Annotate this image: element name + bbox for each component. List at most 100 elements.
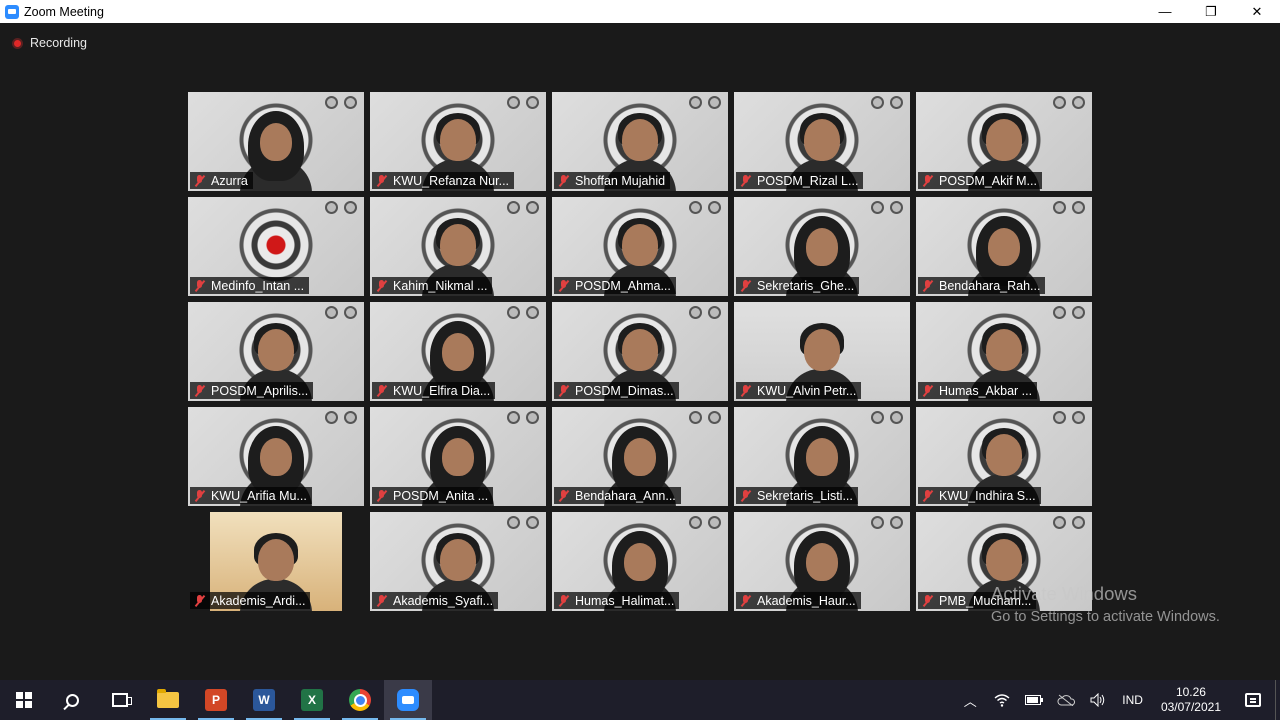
powerpoint-icon: P — [205, 689, 227, 711]
participant-video-tile[interactable]: Shoffan Mujahid — [552, 92, 728, 191]
participant-video-tile[interactable]: KWU_Arifia Mu... — [188, 407, 364, 506]
onedrive-icon[interactable] — [1050, 680, 1082, 720]
university-logo-icon — [1072, 516, 1085, 529]
participant-name: POSDM_Aprilis... — [211, 383, 309, 398]
participant-video-tile[interactable]: POSDM_Dimas... — [552, 302, 728, 401]
participant-name-label: KWU_Refanza Nur... — [372, 172, 515, 189]
participant-video-tile[interactable]: Humas_Halimat... — [552, 512, 728, 611]
mic-muted-icon — [922, 384, 933, 397]
search-button[interactable] — [48, 680, 96, 720]
window-title: Zoom Meeting — [24, 4, 104, 19]
participant-video-tile[interactable]: POSDM_Rizal L... — [734, 92, 910, 191]
university-logo-icon — [526, 201, 539, 214]
university-logo-icon — [526, 96, 539, 109]
recording-label: Recording — [30, 36, 87, 50]
show-desktop-button[interactable] — [1275, 680, 1280, 720]
organization-logo-icon — [507, 516, 520, 529]
search-icon — [65, 693, 79, 707]
university-logo-icon — [344, 96, 357, 109]
word-button[interactable]: W — [240, 680, 288, 720]
clock-time: 10.26 — [1175, 685, 1206, 699]
powerpoint-button[interactable]: P — [192, 680, 240, 720]
participant-name-label: Akademis_Syafi... — [372, 592, 499, 609]
participant-name: Bendahara_Ann... — [575, 488, 676, 503]
participant-video-tile[interactable]: KWU_Refanza Nur... — [370, 92, 546, 191]
mic-muted-icon — [740, 174, 751, 187]
participant-video-tile[interactable]: POSDM_Ahma... — [552, 197, 728, 296]
volume-icon[interactable] — [1082, 680, 1114, 720]
gallery-view-grid: Azurra KWU_Refanza Nur... Shoffan Mujahid P… — [188, 92, 1092, 611]
participant-video-tile[interactable]: Akademis_Syafi... — [370, 512, 546, 611]
zoom-taskbar-button[interactable] — [384, 680, 432, 720]
participant-name: Humas_Akbar ... — [939, 383, 1033, 398]
participant-video-tile[interactable]: KWU_Elfira Dia... — [370, 302, 546, 401]
participant-name-label: POSDM_Anita ... — [372, 487, 494, 504]
participant-name-label: KWU_Elfira Dia... — [372, 382, 496, 399]
participant-video-tile[interactable]: Bendahara_Rah... — [916, 197, 1092, 296]
mic-muted-icon — [740, 279, 751, 292]
restore-button[interactable]: ❐ — [1188, 0, 1234, 23]
file-explorer-button[interactable] — [144, 680, 192, 720]
activate-windows-watermark: Activate Windows Go to Settings to activ… — [991, 583, 1220, 625]
organization-logo-icon — [871, 516, 884, 529]
participant-video-tile[interactable]: Akademis_Haur... — [734, 512, 910, 611]
university-logo-icon — [708, 201, 721, 214]
window-controls: — ❐ ✕ — [1142, 0, 1280, 23]
participant-name-label: Sekretaris_Listi... — [736, 487, 858, 504]
organization-logo-icon — [507, 306, 520, 319]
participant-name: Bendahara_Rah... — [939, 278, 1041, 293]
participant-video-tile[interactable]: Sekretaris_Ghe... — [734, 197, 910, 296]
mic-muted-icon — [558, 279, 569, 292]
participant-video-tile[interactable]: Sekretaris_Listi... — [734, 407, 910, 506]
participant-video-tile[interactable]: KWU_Alvin Petr... — [734, 302, 910, 401]
participant-name: POSDM_Akif M... — [939, 173, 1037, 188]
start-button[interactable] — [0, 680, 48, 720]
participant-name: Sekretaris_Listi... — [757, 488, 853, 503]
organization-logo-icon — [325, 96, 338, 109]
participant-video-tile[interactable]: Akademis_Ardi... — [188, 512, 364, 611]
participant-video-tile[interactable]: Medinfo_Intan ... — [188, 197, 364, 296]
battery-icon[interactable] — [1018, 680, 1050, 720]
meeting-area: Recording Azurra KWU_Refanza Nur... Shoffa… — [0, 23, 1280, 680]
university-logo-icon — [1072, 306, 1085, 319]
organization-logo-icon — [325, 306, 338, 319]
participant-name-label: POSDM_Dimas... — [554, 382, 679, 399]
participant-name-label: Kahim_Nikmal ... — [372, 277, 493, 294]
mic-muted-icon — [376, 594, 387, 607]
participant-name-label: Humas_Halimat... — [554, 592, 680, 609]
participant-name-label: Bendahara_Rah... — [918, 277, 1046, 294]
participant-video-tile[interactable]: POSDM_Aprilis... — [188, 302, 364, 401]
action-center-button[interactable] — [1231, 680, 1275, 720]
clock[interactable]: 10.26 03/07/2021 — [1151, 685, 1231, 715]
task-view-button[interactable] — [96, 680, 144, 720]
participant-video-tile[interactable]: POSDM_Akif M... — [916, 92, 1092, 191]
participant-name: Akademis_Ardi... — [211, 593, 306, 608]
university-logo-icon — [344, 201, 357, 214]
recording-indicator[interactable]: Recording — [12, 36, 87, 50]
close-button[interactable]: ✕ — [1234, 0, 1280, 23]
minimize-button[interactable]: — — [1142, 0, 1188, 23]
participant-video-tile[interactable]: Azurra — [188, 92, 364, 191]
organization-logo-icon — [689, 96, 702, 109]
organization-logo-icon — [325, 411, 338, 424]
input-language-indicator[interactable]: IND — [1114, 693, 1151, 707]
participant-video-tile[interactable]: POSDM_Anita ... — [370, 407, 546, 506]
wifi-icon[interactable] — [986, 680, 1018, 720]
participant-name-label: KWU_Indhira S... — [918, 487, 1041, 504]
show-hidden-icons-chevron-icon[interactable]: ︿ — [954, 680, 986, 720]
windows-taskbar: P W X ︿ IND 10.26 03/07/2021 — [0, 680, 1280, 720]
participant-name: Akademis_Haur... — [757, 593, 856, 608]
participant-video-tile[interactable]: KWU_Indhira S... — [916, 407, 1092, 506]
excel-button[interactable]: X — [288, 680, 336, 720]
organization-logo-icon — [689, 516, 702, 529]
background-target-graphic — [234, 203, 318, 287]
participant-video-tile[interactable]: Kahim_Nikmal ... — [370, 197, 546, 296]
participant-video-tile[interactable]: Humas_Akbar ... — [916, 302, 1092, 401]
windows-logo-icon — [16, 692, 32, 708]
participant-video-tile[interactable]: Bendahara_Ann... — [552, 407, 728, 506]
chrome-button[interactable] — [336, 680, 384, 720]
organization-logo-icon — [1053, 96, 1066, 109]
task-view-icon — [112, 693, 132, 707]
mic-muted-icon — [558, 384, 569, 397]
participant-name: Kahim_Nikmal ... — [393, 278, 488, 293]
